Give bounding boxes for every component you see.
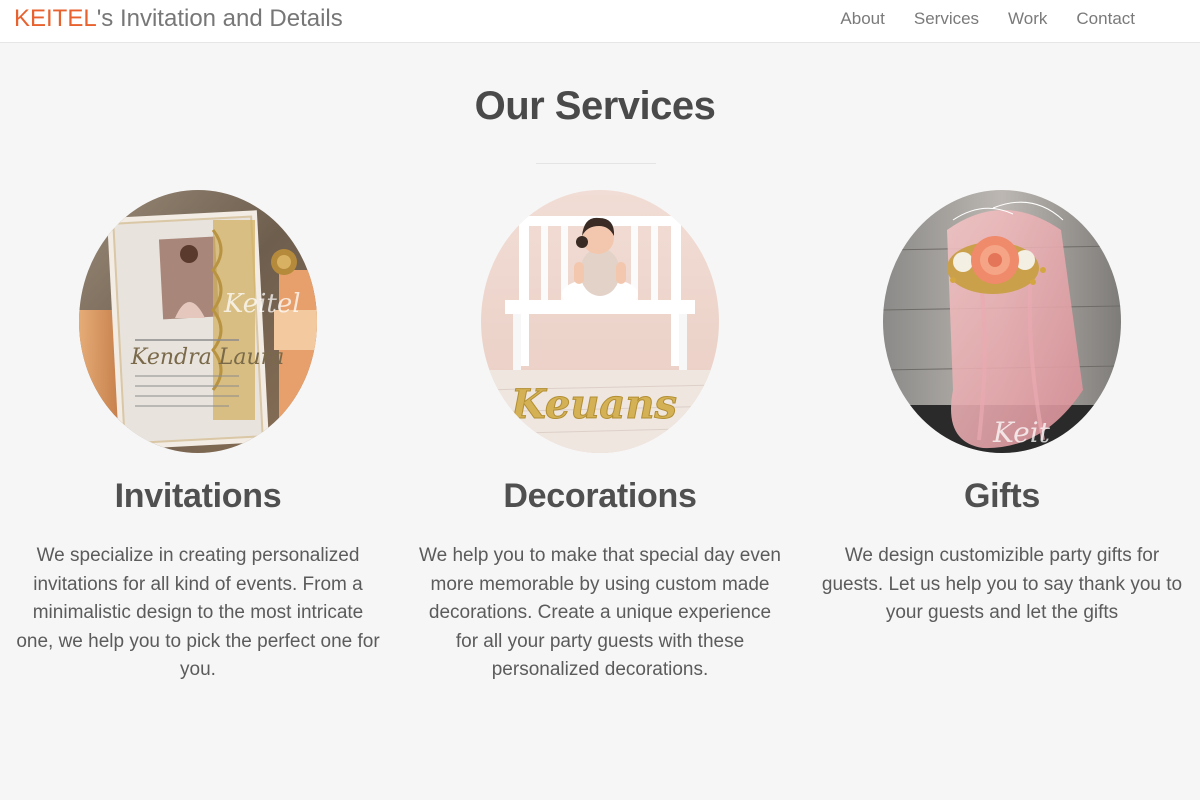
decorations-sign-text: Keuans [510, 381, 677, 428]
nav-contact[interactable]: Contact [1076, 9, 1135, 29]
service-heading: Invitations [114, 477, 282, 515]
brand-accent: KEITEL [14, 5, 97, 32]
service-heading: Decorations [503, 477, 697, 515]
service-description: We specialize in creating personalized i… [16, 545, 380, 680]
nav-links: About Services Work Contact [840, 9, 1135, 29]
gifts-watermark: Keit [992, 416, 1051, 449]
navbar: KEITEL's Invitation and Details About Se… [0, 0, 1200, 43]
invitations-photo: Kendra Laura Keitel [79, 190, 317, 453]
brand-rest: 's Invitation and Details [96, 5, 343, 32]
decorations-photo: Keuans [481, 190, 719, 453]
brand-logo[interactable]: KEITEL's Invitation and Details [14, 5, 343, 33]
service-decorations: Keuans Decorations We help you to make t… [410, 190, 790, 685]
service-description: We help you to make that special day eve… [419, 545, 781, 680]
title-divider [536, 163, 656, 164]
nav-work[interactable]: Work [1008, 9, 1047, 29]
service-invitations: Kendra Laura Keitel Invitations We speci… [8, 190, 388, 685]
service-gifts: Keit Gifts We design customizible party … [812, 190, 1192, 628]
nav-about[interactable]: About [840, 9, 884, 29]
service-description: We design customizible party gifts for g… [821, 545, 1183, 623]
gifts-photo: Keit [883, 190, 1121, 453]
service-heading: Gifts [964, 477, 1040, 515]
section-title: Our Services [474, 84, 716, 128]
invitations-card-script: Kendra Laura [130, 345, 284, 370]
nav-services[interactable]: Services [914, 9, 979, 29]
invitations-watermark: Keitel [223, 289, 301, 319]
